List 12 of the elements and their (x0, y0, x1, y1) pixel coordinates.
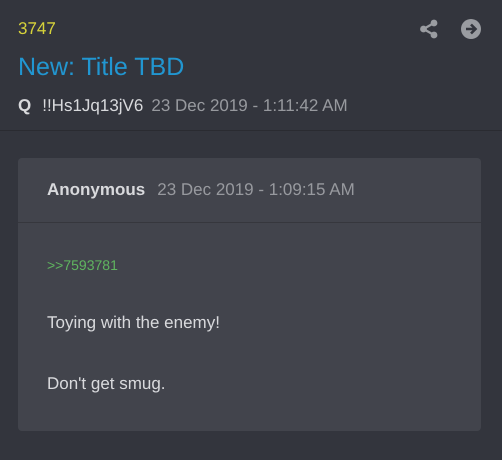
post-time: 23 Dec 2019 - 1:11:42 AM (151, 96, 348, 116)
message-text: Don't get smug. (47, 374, 167, 394)
post-time: 23 Dec 2019 - 1:09:15 AM (157, 180, 355, 200)
post-reference-link[interactable]: >>7593781 (47, 257, 452, 273)
share-icon[interactable] (419, 19, 439, 39)
arrow-right-icon[interactable] (461, 19, 481, 39)
post-number: 3747 (18, 19, 56, 39)
post-title[interactable]: New: Title TBD (18, 53, 481, 82)
tripcode: !!Hs1Jq13jV6 (42, 96, 144, 116)
author-name: Anonymous (47, 180, 146, 200)
message-text: Toying with the enemy! (47, 313, 221, 333)
author-name: Q (18, 96, 32, 116)
